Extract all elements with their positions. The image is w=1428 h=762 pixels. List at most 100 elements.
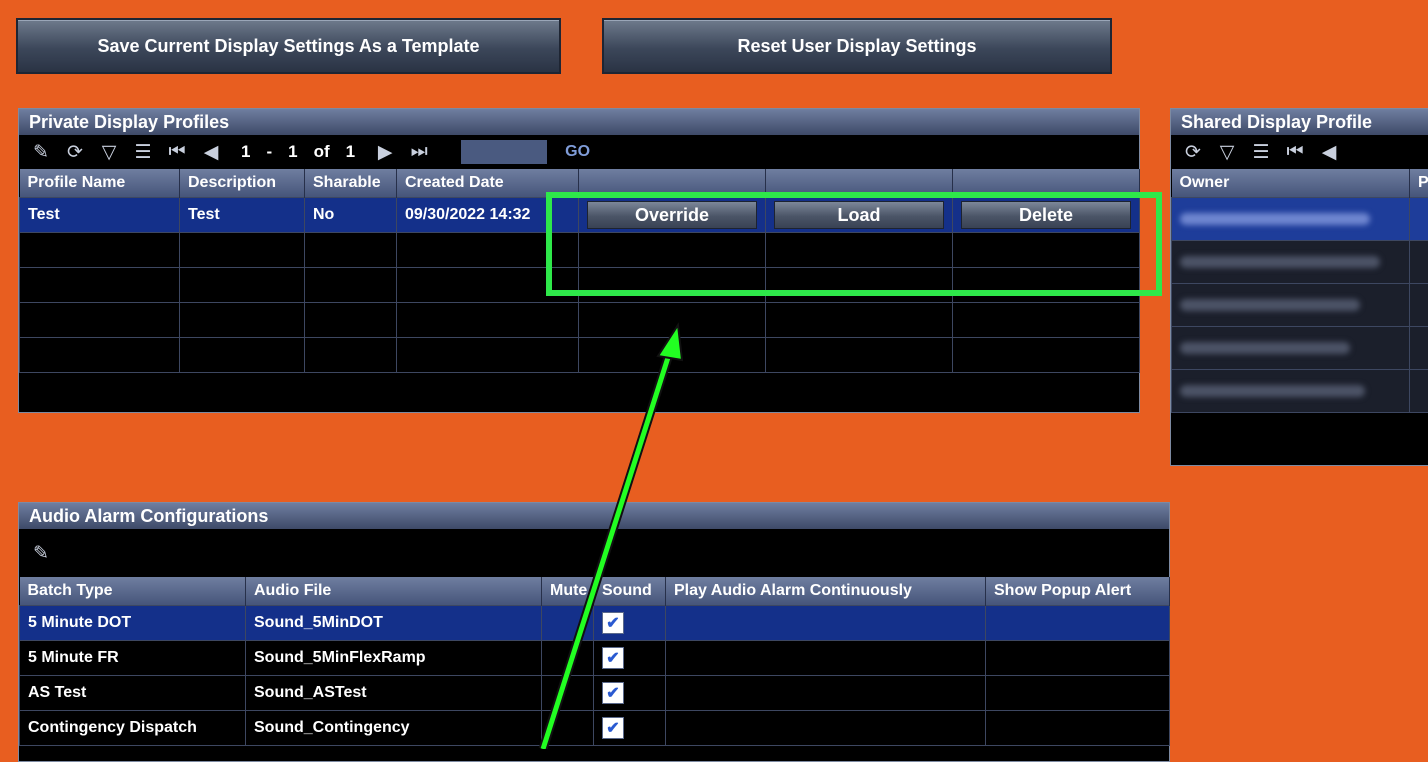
col-audio-file[interactable]: Audio File (246, 577, 542, 606)
col-sound[interactable]: Sound (594, 577, 666, 606)
cell-sound: ✔ (594, 711, 666, 746)
cell-mute[interactable] (542, 641, 594, 676)
col-batch-type[interactable]: Batch Type (20, 577, 246, 606)
pager-of: of (314, 142, 330, 162)
load-button[interactable]: Load (774, 201, 944, 229)
table-row[interactable]: AS Test Sound_ASTest ✔ (20, 676, 1170, 711)
private-profiles-toolbar: ✎ ⟳ ▽ ☰ ⏮ ◀ 1 - 1 of 1 ▶ ⏭ GO (19, 135, 1139, 169)
cell-sharable: No (305, 198, 397, 233)
last-page-icon[interactable]: ⏭ (407, 140, 431, 164)
cell-play-continuously[interactable] (666, 676, 986, 711)
save-template-button[interactable]: Save Current Display Settings As a Templ… (16, 18, 561, 74)
col-p[interactable]: P (1410, 169, 1428, 198)
table-row[interactable]: 5 Minute DOT Sound_5MinDOT ✔ (20, 606, 1170, 641)
next-page-icon[interactable]: ▶ (373, 140, 397, 164)
checkbox-checked-icon[interactable]: ✔ (602, 612, 624, 634)
cell-batch-type: 5 Minute FR (20, 641, 246, 676)
refresh-icon[interactable]: ⟳ (63, 140, 87, 164)
cell-audio-file: Sound_Contingency (246, 711, 542, 746)
shared-profiles-table: Owner P (1171, 169, 1428, 413)
cell-sound: ✔ (594, 606, 666, 641)
columns-icon[interactable]: ☰ (1249, 140, 1273, 164)
checkbox-checked-icon[interactable]: ✔ (602, 647, 624, 669)
table-row[interactable] (1172, 198, 1428, 241)
cell-sound: ✔ (594, 676, 666, 711)
cell-description: Test (180, 198, 305, 233)
table-row[interactable] (1172, 327, 1428, 370)
checkbox-checked-icon[interactable]: ✔ (602, 717, 624, 739)
table-row[interactable] (1172, 370, 1428, 413)
cell-mute[interactable] (542, 606, 594, 641)
override-button[interactable]: Override (587, 201, 757, 229)
cell-batch-type: 5 Minute DOT (20, 606, 246, 641)
filter-icon[interactable]: ▽ (1215, 140, 1239, 164)
cell-audio-file: Sound_5MinFlexRamp (246, 641, 542, 676)
pencil-icon[interactable]: ✎ (29, 541, 53, 565)
table-header-row: Owner P (1172, 169, 1428, 198)
shared-profiles-panel: Shared Display Profile ⟳ ▽ ☰ ⏮ ◀ Owner P (1170, 108, 1428, 466)
col-created-date[interactable]: Created Date (397, 169, 579, 198)
audio-alarm-table: Batch Type Audio File Mute Sound Play Au… (19, 577, 1170, 746)
col-owner[interactable]: Owner (1172, 169, 1410, 198)
audio-alarm-panel: Audio Alarm Configurations ✎ Batch Type … (18, 502, 1170, 762)
col-mute[interactable]: Mute (542, 577, 594, 606)
table-row (20, 303, 1140, 338)
audio-alarm-title: Audio Alarm Configurations (19, 503, 1169, 529)
col-action-1 (579, 169, 766, 198)
pager-from: 1 (241, 142, 250, 162)
first-page-icon[interactable]: ⏮ (1283, 140, 1307, 164)
table-row[interactable] (1172, 284, 1428, 327)
cell-mute[interactable] (542, 711, 594, 746)
cell-show-popup[interactable] (986, 711, 1170, 746)
checkbox-checked-icon[interactable]: ✔ (602, 682, 624, 704)
col-play-continuously[interactable]: Play Audio Alarm Continuously (666, 577, 986, 606)
reset-settings-label: Reset User Display Settings (737, 36, 976, 57)
shared-profiles-toolbar: ⟳ ▽ ☰ ⏮ ◀ (1171, 135, 1428, 169)
table-row[interactable]: Test Test No 09/30/2022 14:32 Override L… (20, 198, 1140, 233)
filter-icon[interactable]: ▽ (97, 140, 121, 164)
cell-batch-type: Contingency Dispatch (20, 711, 246, 746)
cell-play-continuously[interactable] (666, 711, 986, 746)
cell-show-popup[interactable] (986, 676, 1170, 711)
prev-page-icon[interactable]: ◀ (1317, 140, 1341, 164)
refresh-icon[interactable]: ⟳ (1181, 140, 1205, 164)
cell-show-popup[interactable] (986, 641, 1170, 676)
table-row[interactable] (1172, 241, 1428, 284)
col-profile-name[interactable]: Profile Name (20, 169, 180, 198)
cell-batch-type: AS Test (20, 676, 246, 711)
delete-label: Delete (1019, 205, 1073, 226)
table-row[interactable]: 5 Minute FR Sound_5MinFlexRamp ✔ (20, 641, 1170, 676)
table-row (20, 268, 1140, 303)
columns-icon[interactable]: ☰ (131, 140, 155, 164)
pager-dash: - (266, 142, 272, 162)
pager-to: 1 (288, 142, 297, 162)
delete-button[interactable]: Delete (961, 201, 1131, 229)
cell-show-popup[interactable] (986, 606, 1170, 641)
cell-override: Override (579, 198, 766, 233)
col-action-2 (766, 169, 953, 198)
prev-page-icon[interactable]: ◀ (199, 140, 223, 164)
reset-settings-button[interactable]: Reset User Display Settings (602, 18, 1112, 74)
go-button[interactable]: GO (565, 143, 590, 161)
cell-profile-name: Test (20, 198, 180, 233)
cell-created-date: 09/30/2022 14:32 (397, 198, 579, 233)
cell-play-continuously[interactable] (666, 641, 986, 676)
cell-play-continuously[interactable] (666, 606, 986, 641)
override-label: Override (635, 205, 709, 226)
col-show-popup[interactable]: Show Popup Alert (986, 577, 1170, 606)
cell-audio-file: Sound_ASTest (246, 676, 542, 711)
col-sharable[interactable]: Sharable (305, 169, 397, 198)
table-row (20, 338, 1140, 373)
cell-mute[interactable] (542, 676, 594, 711)
pencil-icon[interactable]: ✎ (29, 140, 53, 164)
pager-total: 1 (346, 142, 355, 162)
private-profiles-panel: Private Display Profiles ✎ ⟳ ▽ ☰ ⏮ ◀ 1 -… (18, 108, 1140, 413)
private-profiles-title: Private Display Profiles (19, 109, 1139, 135)
first-page-icon[interactable]: ⏮ (165, 140, 189, 164)
load-label: Load (838, 205, 881, 226)
cell-delete: Delete (953, 198, 1140, 233)
col-description[interactable]: Description (180, 169, 305, 198)
table-row (20, 233, 1140, 268)
table-row[interactable]: Contingency Dispatch Sound_Contingency ✔ (20, 711, 1170, 746)
page-number-input[interactable] (461, 140, 547, 164)
